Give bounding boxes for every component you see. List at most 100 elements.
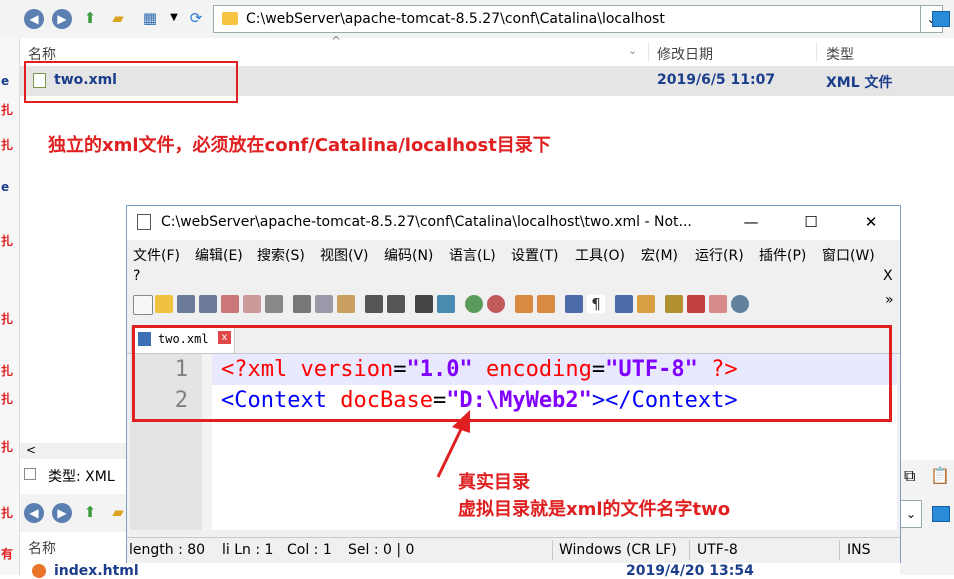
view-dropdown-icon[interactable]: ▼ (164, 8, 184, 28)
print-icon[interactable] (265, 295, 283, 313)
status-sel: Sel : 0 | 0 (348, 542, 415, 558)
nav-glyph: e (1, 74, 10, 88)
left-nav-strip: e 扎 扎 e 扎 扎 扎 扎 扎 扎 有 (0, 38, 20, 575)
browser-file-icon (32, 564, 46, 578)
forward-icon[interactable]: ▶ (52, 9, 72, 29)
new-folder-icon[interactable]: ▰ (108, 502, 128, 522)
close-button[interactable]: ✕ (861, 212, 881, 232)
address-bar[interactable]: C:\webServer\apache-tomcat-8.5.27\conf\C… (213, 5, 921, 33)
menu-window[interactable]: 窗口(W) (822, 245, 875, 265)
cut-icon[interactable] (293, 295, 311, 313)
notepad-titlebar[interactable]: C:\webServer\apache-tomcat-8.5.27\conf\C… (127, 206, 900, 240)
save-all-icon[interactable] (199, 295, 217, 313)
sort-caret-icon: ^ (331, 34, 342, 48)
folder-workspace-icon[interactable] (709, 295, 727, 313)
close-all-icon[interactable] (243, 295, 261, 313)
sync-vertical-icon[interactable] (515, 295, 533, 313)
status-type: 类型: XML (48, 469, 115, 485)
menu-plugins[interactable]: 插件(P) (759, 245, 806, 265)
status-line: li Ln : 1 (222, 542, 274, 558)
nav-glyph: e (1, 180, 10, 194)
menu-settings[interactable]: 设置(T) (511, 245, 558, 265)
file-date-2: 2019/4/20 13:54 (626, 563, 754, 579)
status-eol: Windows (CR LF) (559, 542, 677, 558)
file-row-2[interactable]: index.html 2019/4/20 13:54 (20, 562, 954, 579)
nav-glyph: 有 (1, 547, 14, 561)
window-title: C:\webServer\apache-tomcat-8.5.27\conf\C… (161, 214, 692, 230)
copy-icon[interactable]: ⧉ (904, 466, 915, 486)
maximize-button[interactable]: ☐ (801, 212, 821, 232)
sync-horizontal-icon[interactable] (537, 295, 555, 313)
clipboard-icon[interactable]: 📋 (930, 466, 950, 485)
column-date[interactable]: 修改日期 (657, 44, 713, 64)
doc-map-icon[interactable] (665, 295, 683, 313)
replace-icon[interactable] (437, 295, 455, 313)
menu-bar: 文件(F) 编辑(E) 搜索(S) 视图(V) 编码(N) 语言(L) 设置(T… (127, 242, 900, 288)
nav-glyph: 扎 (1, 506, 14, 520)
menu-run[interactable]: 运行(R) (695, 245, 744, 265)
column-name-2[interactable]: 名称 (28, 538, 56, 558)
pane-icon[interactable] (932, 506, 950, 522)
close-file-icon[interactable] (221, 295, 239, 313)
address-dropdown-icon[interactable]: ⌄ (900, 500, 922, 528)
menu-help[interactable]: ? (133, 268, 140, 284)
save-icon[interactable] (177, 295, 195, 313)
close-doc-icon[interactable]: X (883, 268, 893, 284)
chevron-down-icon[interactable]: ⌄ (628, 44, 637, 57)
toolbar-overflow-icon[interactable]: » (885, 292, 894, 308)
find-icon[interactable] (415, 295, 433, 313)
open-file-icon[interactable] (155, 295, 173, 313)
menu-view[interactable]: 视图(V) (320, 245, 369, 265)
status-mode: INS (847, 542, 871, 558)
right-toolbar-strip: ⧉ 📋 ⌄ (900, 460, 954, 575)
column-divider[interactable] (816, 42, 817, 62)
back-icon[interactable]: ◀ (24, 503, 44, 523)
file-type: XML 文件 (826, 75, 893, 91)
new-file-icon[interactable] (133, 295, 153, 315)
menu-language[interactable]: 语言(L) (449, 245, 496, 265)
file-date: 2019/6/5 11:07 (657, 72, 776, 88)
paste-icon[interactable] (337, 295, 355, 313)
show-all-chars-icon[interactable]: ¶ (587, 295, 605, 313)
function-list-icon[interactable] (687, 295, 705, 313)
nav-glyph: 扎 (1, 312, 14, 326)
word-wrap-icon[interactable] (565, 295, 583, 313)
monitoring-icon[interactable] (731, 295, 749, 313)
notepad-status-bar: length : 80 li Ln : 1 Col : 1 Sel : 0 | … (127, 537, 900, 563)
nav-glyph: 扎 (1, 103, 14, 117)
scroll-left-icon[interactable]: < (26, 443, 36, 457)
column-header-2: 名称 (20, 534, 128, 560)
redo-icon[interactable] (387, 295, 405, 313)
column-type[interactable]: 类型 (826, 44, 854, 64)
menu-macro[interactable]: 宏(M) (641, 245, 678, 265)
indent-guide-icon[interactable] (615, 295, 633, 313)
pane-icon[interactable] (932, 11, 950, 27)
annotation-location: 独立的xml文件，必须放在conf/Catalina/localhost目录下 (48, 135, 551, 156)
nav-glyph: 扎 (1, 138, 14, 152)
menu-tools[interactable]: 工具(O) (575, 245, 625, 265)
column-divider[interactable] (648, 42, 649, 62)
copy-icon[interactable] (315, 295, 333, 313)
menu-search[interactable]: 搜索(S) (257, 245, 305, 265)
refresh-icon[interactable]: ⟳ (186, 8, 206, 28)
menu-file[interactable]: 文件(F) (133, 245, 180, 265)
udl-icon[interactable] (637, 295, 655, 313)
up-arrow-icon[interactable]: ⬆ (80, 502, 100, 522)
info-icon (24, 468, 36, 480)
zoom-out-icon[interactable] (487, 295, 505, 313)
forward-icon[interactable]: ▶ (52, 503, 72, 523)
menu-encoding[interactable]: 编码(N) (384, 245, 433, 265)
back-icon[interactable]: ◀ (24, 9, 44, 29)
horizontal-scrollbar[interactable]: < (20, 443, 128, 459)
view-grid-icon[interactable]: ▦ (140, 8, 160, 28)
highlight-box (24, 61, 238, 103)
address-path: C:\webServer\apache-tomcat-8.5.27\conf\C… (246, 11, 665, 27)
explorer-status-bar: 类型: XML (20, 462, 128, 488)
explorer2-toolbar: ◀ ▶ ⬆ ▰ (20, 494, 128, 532)
zoom-in-icon[interactable] (465, 295, 483, 313)
minimize-button[interactable]: — (741, 212, 761, 232)
menu-edit[interactable]: 编辑(E) (195, 245, 243, 265)
up-arrow-icon[interactable]: ⬆ (80, 8, 100, 28)
new-folder-icon[interactable]: ▰ (108, 8, 128, 28)
undo-icon[interactable] (365, 295, 383, 313)
